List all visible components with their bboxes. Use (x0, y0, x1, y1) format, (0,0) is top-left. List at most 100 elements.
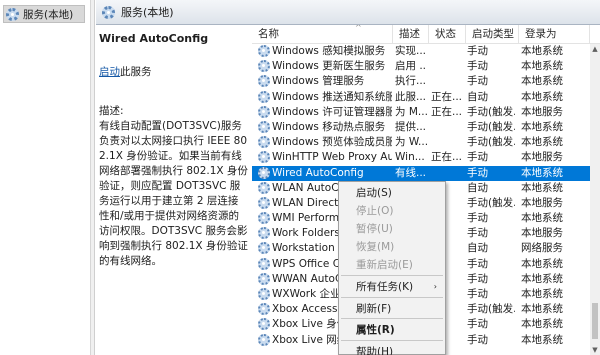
menu-item-help[interactable]: 帮助(H) (339, 343, 445, 355)
service-startup-type: 手动 (467, 212, 488, 225)
column-header-logon-as[interactable]: 登录为 (519, 25, 590, 44)
menu-item-label: 重新启动(E) (356, 259, 413, 271)
menu-item-label: 停止(O) (356, 205, 394, 217)
service-startup-type: 手动 (467, 45, 488, 57)
menu-item-refresh[interactable]: 刷新(F) (339, 300, 445, 318)
column-header-status[interactable]: 状态 (429, 25, 466, 44)
service-row[interactable]: Windows 移动热点服务提供... 手动(触发... 本地系统 (252, 120, 590, 135)
column-header-startup-type[interactable]: 启动类型 (466, 25, 519, 44)
description-pane: Wired AutoConfig 启动此服务 描述: 有线自动配置(DOT3SV… (96, 25, 252, 355)
service-row[interactable]: Windows 预览体验成员服务为 W... 手动(触发... 本地系统 (252, 135, 590, 150)
service-description: 有线... (395, 166, 427, 179)
service-logon-as: 本地系统 (521, 90, 563, 103)
header-title: 服务(本地) (121, 6, 174, 19)
gear-icon (258, 272, 270, 285)
service-startup-type: 手动 (467, 75, 488, 88)
services-header: 服务(本地) (96, 0, 600, 25)
gear-icon (6, 7, 19, 21)
service-description: 启用 ... (395, 60, 427, 73)
service-logon-as: 本地服务 (521, 227, 563, 240)
gear-icon (258, 105, 270, 118)
service-status (431, 135, 467, 150)
menu-item-properties[interactable]: 属性(R) (339, 321, 445, 339)
gear-icon (258, 196, 270, 209)
service-description: 为 W... (395, 136, 427, 149)
service-logon-as: 本地系统 (521, 181, 563, 194)
service-logon-as: 本地系统 (521, 136, 563, 149)
gear-icon (258, 166, 270, 179)
menu-item-resume: 恢复(M) (339, 238, 445, 256)
service-startup-type: 手动 (467, 227, 488, 240)
service-startup-type: 手动 (467, 272, 488, 285)
service-logon-as: 网络服务 (521, 242, 563, 255)
service-logon-as: 本地系统 (521, 303, 563, 316)
gear-icon (258, 318, 270, 331)
service-startup-type: 自动 (467, 90, 488, 103)
service-status: 正在... (431, 90, 463, 103)
start-service-link[interactable]: 启动 (99, 66, 120, 78)
service-row[interactable]: Windows 感知模拟服务 实现... 手动 本地系统 (252, 44, 590, 59)
menu-item-label: 所有任务(K) (356, 281, 414, 293)
service-name: Windows 更新医生服务 (272, 60, 386, 73)
service-title: Wired AutoConfig (99, 32, 209, 45)
service-logon-as: 本地服务 (521, 196, 563, 209)
vertical-scrollbar[interactable]: ▲ ▼ (590, 44, 600, 355)
scrollbar-thumb[interactable] (592, 303, 598, 339)
service-name: Windows 移动热点服务 (272, 120, 386, 133)
context-menu: 启动(S) 停止(O) 暂停(U) 恢复(M) 重新启动(E) 所有任务(K) › 刷新(F)… (338, 181, 446, 355)
service-description: Win... (395, 151, 425, 164)
service-startup-type: 手动 (467, 333, 488, 346)
gear-icon (258, 242, 270, 255)
service-startup-type: 手动 (467, 60, 488, 73)
service-logon-as: 本地服务 (521, 105, 563, 118)
menu-item-label: 暂停(U) (356, 223, 393, 235)
pane-splitter[interactable] (91, 0, 95, 355)
service-logon-as: 本地系统 (521, 75, 563, 88)
service-logon-as: 本地系统 (521, 212, 563, 225)
service-startup-type: 手动 (467, 318, 488, 331)
service-status: 正在... (431, 105, 463, 118)
service-startup-type: 手动 (467, 257, 488, 270)
gear-icon (258, 303, 270, 316)
service-startup-type: 自动 (467, 242, 488, 255)
service-status (431, 74, 467, 89)
service-logon-as: 本地系统 (521, 120, 563, 133)
tree-node-services-local[interactable]: 服务(本地) (3, 5, 85, 23)
column-header-description[interactable]: 描述 (393, 25, 429, 44)
gear-icon (258, 227, 270, 240)
start-service-suffix: 此服务 (120, 66, 152, 78)
service-row[interactable]: Wired AutoConfig 有线... 手动 本地系统 (252, 165, 590, 181)
service-logon-as: 本地系统 (521, 288, 563, 300)
gear-icon (258, 75, 270, 88)
gear-icon (102, 5, 115, 19)
gear-icon (258, 136, 270, 149)
tree-node-label: 服务(本地) (23, 8, 74, 21)
service-startup-type: 手动(触发... (467, 136, 515, 149)
service-logon-as: 本地系统 (521, 60, 563, 73)
service-row[interactable]: Windows 管理服务 执行... 手动 本地系统 (252, 74, 590, 89)
service-row[interactable]: Windows 更新医生服务 启用 ... 手动 本地系统 (252, 59, 590, 74)
service-startup-type: 手动(触发... (467, 120, 515, 133)
menu-item-restart: 重新启动(E) (339, 256, 445, 274)
service-name: Wired AutoConfig (272, 166, 364, 179)
service-description: 为 M... (395, 105, 427, 118)
service-description: 此服... (395, 90, 427, 103)
scroll-up-icon[interactable]: ▲ (590, 44, 600, 54)
service-row[interactable]: Windows 许可证管理器服务为 M... 正在... 手动(触发... 本地服务 (252, 105, 590, 120)
service-startup-type: 手动(触发... (467, 105, 515, 118)
menu-item-pause: 暂停(U) (339, 220, 445, 238)
service-row[interactable]: WinHTTP Web Proxy Aut...Win... 正在... 手动 本地服… (252, 150, 590, 165)
menu-item-start[interactable]: 启动(S) (339, 184, 445, 202)
service-description: 实现... (395, 45, 427, 57)
service-startup-type: 手动 (467, 166, 488, 179)
service-logon-as: 本地服务 (521, 151, 563, 164)
menu-item-label: 刷新(F) (356, 303, 392, 315)
gear-icon (258, 257, 270, 270)
menu-item-all-tasks[interactable]: 所有任务(K) › (339, 278, 445, 296)
service-status (431, 166, 467, 181)
scroll-down-icon[interactable]: ▼ (590, 345, 600, 355)
column-header-name[interactable]: 名称 (252, 25, 393, 44)
menu-item-label: 恢复(M) (356, 241, 395, 253)
service-row[interactable]: Windows 推送通知系统服务此服... 正在... 自动 本地系统 (252, 90, 590, 105)
description-label: 描述: (99, 105, 124, 117)
